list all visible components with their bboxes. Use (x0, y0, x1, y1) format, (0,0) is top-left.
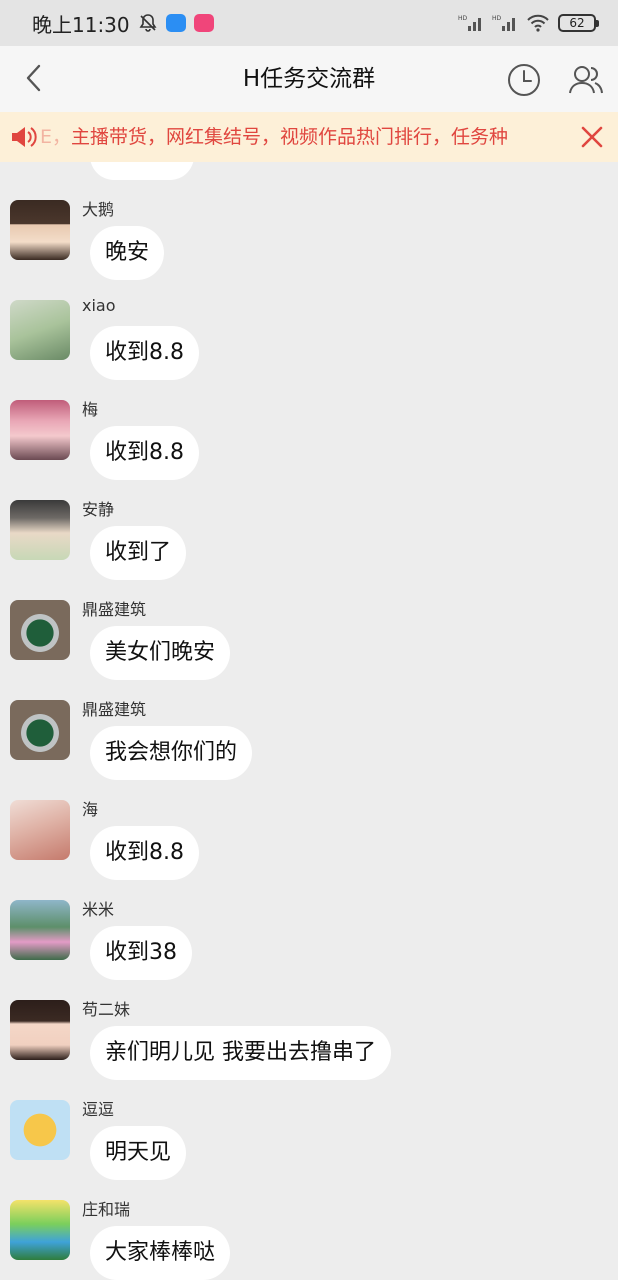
sender-name: 庄和瑞 (82, 1200, 131, 1219)
signal-icon-2: HD (492, 13, 518, 33)
speaker-icon (10, 125, 38, 149)
chat-header: H任务交流群 (0, 46, 618, 112)
group-members-icon (569, 66, 603, 94)
sender-name: 鼎盛建筑 (82, 600, 147, 619)
message-bubble[interactable]: 美女们晚安 (90, 626, 231, 680)
sender-name: 梅 (82, 400, 99, 419)
notice-lead-fragment: E， (40, 126, 72, 148)
message-bubble[interactable]: 收到8.8 (90, 426, 199, 480)
notice-body: 主播带货，网红集结号，视频作品热门排行，任务种 (71, 126, 509, 148)
sender-name: 米米 (82, 900, 115, 919)
message-bubble[interactable]: 收到8.8 (90, 326, 199, 380)
message-item: xiao 收到8.8 (0, 296, 618, 400)
sender-name: 安静 (82, 500, 115, 519)
hd-label-2: HD (492, 15, 502, 22)
sender-name: xiao (82, 296, 116, 315)
sender-avatar[interactable] (10, 1200, 70, 1260)
message-bubble[interactable]: 晚安 (90, 226, 165, 280)
signal-icon: HD (458, 13, 484, 33)
sender-avatar[interactable] (10, 800, 70, 860)
sender-name: 鼎盛建筑 (82, 700, 147, 719)
message-bubble[interactable]: 收到8.8 (90, 826, 199, 880)
shopping-app-icon (193, 14, 214, 32)
message-bubble[interactable]: 明天见 (90, 1126, 187, 1180)
group-notice-banner[interactable]: E，主播带货，网红集结号，视频作品热门排行，任务种 (0, 112, 618, 162)
message-item: 安静 收到了 (0, 500, 618, 600)
sender-name: 大鹅 (82, 200, 115, 219)
members-button[interactable] (566, 60, 606, 100)
message-item: 苟二妹 亲们明儿见 我要出去撸串了 (0, 1000, 618, 1100)
status-notification-icons (138, 13, 214, 33)
message-bubble[interactable]: 亲们明儿见 我要出去撸串了 (90, 1026, 391, 1080)
message-item: 海 收到8.8 (0, 800, 618, 900)
sender-name: 逗逗 (82, 1100, 115, 1119)
message-item: 大鹅 晚安 (0, 200, 618, 300)
message-bubble[interactable]: 收到38 (90, 926, 192, 980)
message-item: 鼎盛建筑 美女们晚安 (0, 600, 618, 700)
notice-text: E，主播带货，网红集结号，视频作品热门排行，任务种 (40, 112, 562, 162)
sender-name: 苟二妹 (82, 1000, 131, 1019)
sender-avatar[interactable] (10, 200, 70, 260)
message-item: 鼎盛建筑 我会想你们的 (0, 700, 618, 800)
message-list[interactable]: 大鹅 晚安 xiao 收到8.8 梅 收到8.8 安静 收到了 鼎盛建筑 美女们… (0, 162, 618, 1280)
sender-avatar[interactable] (10, 1100, 70, 1160)
status-bar: 晚上11:30 HD HD 62 (0, 0, 618, 46)
message-bubble-partial (90, 162, 194, 180)
bell-muted-icon (138, 13, 158, 33)
cloud-app-icon (165, 14, 186, 32)
message-bubble[interactable]: 大家棒棒哒 (90, 1226, 231, 1280)
back-button[interactable] (14, 58, 54, 98)
message-item: 梅 收到8.8 (0, 400, 618, 500)
sender-avatar[interactable] (10, 900, 70, 960)
sender-name: 海 (82, 800, 99, 819)
status-time: 晚上11:30 (32, 12, 130, 37)
message-bubble[interactable]: 我会想你们的 (90, 726, 253, 780)
status-system-icons: HD HD 62 (458, 13, 599, 33)
history-button[interactable] (504, 60, 544, 100)
sender-avatar[interactable] (10, 600, 70, 660)
message-item: 米米 收到38 (0, 900, 618, 1000)
sender-avatar[interactable] (10, 700, 70, 760)
message-bubble[interactable]: 收到了 (90, 526, 187, 580)
sender-avatar[interactable] (10, 400, 70, 460)
chevron-left-icon (26, 64, 41, 92)
clock-icon (508, 64, 540, 96)
message-item: 逗逗 明天见 (0, 1100, 618, 1200)
sender-avatar[interactable] (10, 500, 70, 560)
sender-avatar[interactable] (10, 300, 70, 360)
message-item: 庄和瑞 大家棒棒哒 (0, 1200, 618, 1280)
wifi-icon (526, 13, 550, 33)
battery-icon: 62 (558, 14, 599, 32)
close-icon[interactable] (580, 125, 604, 149)
hd-label-1: HD (458, 15, 468, 22)
sender-avatar[interactable] (10, 1000, 70, 1060)
